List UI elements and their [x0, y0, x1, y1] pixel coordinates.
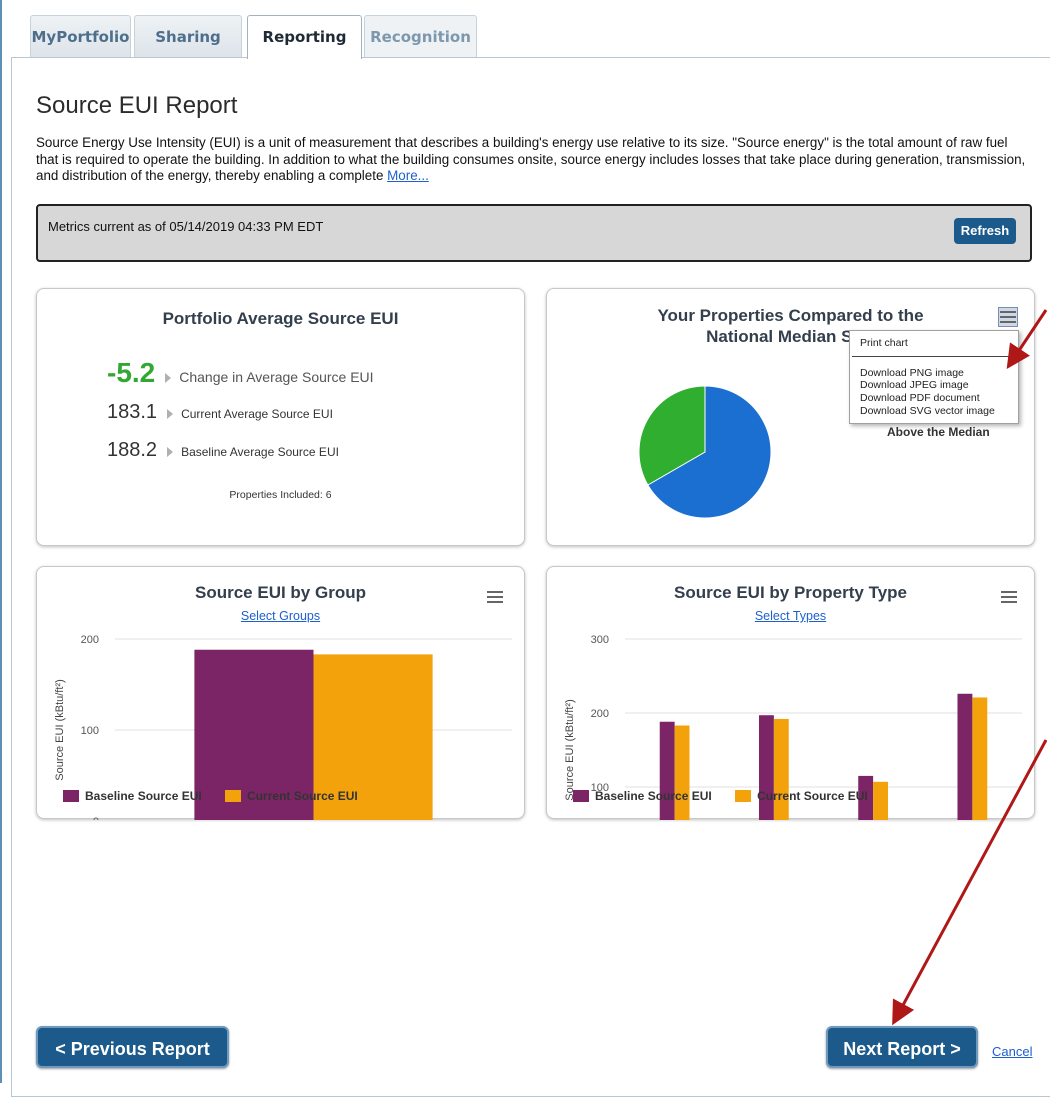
- type-chart-card: Source EUI by Property Type Select Types…: [546, 566, 1035, 820]
- y-tick-label: 100: [81, 725, 99, 737]
- menu-item-print-chart[interactable]: Print chart: [860, 337, 908, 349]
- baseline-row: 188.2 Baseline Average Source EUI: [107, 439, 339, 462]
- group-chart-card: Source EUI by Group Select Groups 010020…: [36, 566, 525, 820]
- legend-baseline-swatch: [63, 790, 79, 802]
- tab-reporting[interactable]: Reporting: [247, 15, 362, 59]
- current-label: Current Average Source EUI: [181, 407, 333, 421]
- change-arrow-icon[interactable]: [165, 372, 172, 383]
- y-axis-label: Source EUI (kBtu/ft²): [54, 679, 66, 780]
- chart-export-menu: Print chart Download PNG image Download …: [849, 330, 1019, 424]
- menu-separator: [852, 356, 1016, 357]
- current-row: 183.1 Current Average Source EUI: [107, 401, 333, 424]
- bar-current-source-eui[interactable]: [674, 725, 690, 820]
- y-axis-label: Source EUI (kBtu/ft²): [564, 699, 576, 800]
- portfolio-average-card: Portfolio Average Source EUI -5.2 Change …: [36, 288, 525, 546]
- current-value: 183.1: [107, 401, 158, 423]
- change-value: -5.2: [107, 357, 156, 388]
- bar-current-source-eui[interactable]: [972, 697, 988, 820]
- menu-item-download-svg[interactable]: Download SVG vector image: [860, 405, 995, 417]
- cancel-link[interactable]: Cancel: [992, 1044, 1032, 1059]
- group-bar-chart: 0100200Source EUI (kBtu/ft²)All Properti…: [54, 634, 512, 820]
- tab-recognition[interactable]: Recognition: [364, 15, 477, 57]
- legend-current-swatch: [225, 790, 242, 802]
- bar-current-source-eui[interactable]: [773, 718, 789, 820]
- baseline-label: Baseline Average Source EUI: [181, 445, 339, 459]
- description-text: Source Energy Use Intensity (EUI) is a u…: [36, 135, 1026, 183]
- baseline-value: 188.2: [107, 439, 158, 461]
- type-legend: Baseline Source EUI Current Source EUI: [573, 789, 868, 803]
- tab-bar: MyPortfolio Sharing Reporting Recognitio…: [0, 0, 1050, 59]
- bar-baseline-source-eui[interactable]: [659, 721, 675, 820]
- change-row: -5.2 Change in Average Source EUI: [107, 357, 374, 389]
- menu-item-download-png[interactable]: Download PNG image: [860, 367, 964, 379]
- y-tick-label: 200: [81, 634, 99, 646]
- page-description: Source Energy Use Intensity (EUI) is a u…: [36, 135, 1026, 185]
- pie-label-above-median: Above the Median: [887, 425, 990, 439]
- type-bar-chart: 0100200300Source EUI (kBtu/ft²)All Prope…: [564, 634, 1022, 820]
- frame-left-border: [0, 0, 2, 1083]
- metrics-bar: Metrics current as of 05/14/2019 04:33 P…: [36, 204, 1032, 262]
- y-tick-label: 200: [591, 708, 609, 720]
- menu-item-download-pdf[interactable]: Download PDF document: [860, 392, 980, 404]
- y-tick-label: 0: [93, 816, 99, 820]
- bar-baseline-source-eui[interactable]: [758, 715, 774, 820]
- group-legend: Baseline Source EUI Current Source EUI: [63, 789, 358, 803]
- legend-current-label[interactable]: Current Source EUI: [247, 789, 358, 803]
- current-arrow-icon[interactable]: [167, 408, 174, 419]
- more-link[interactable]: More...: [387, 168, 429, 183]
- previous-report-button[interactable]: < Previous Report: [36, 1026, 229, 1068]
- bar-baseline-source-eui[interactable]: [957, 693, 973, 820]
- tab-sharing[interactable]: Sharing: [134, 15, 242, 57]
- legend-baseline-swatch: [573, 790, 589, 802]
- legend-baseline-label[interactable]: Baseline Source EUI: [85, 789, 202, 803]
- menu-item-download-jpeg[interactable]: Download JPEG image: [860, 379, 969, 391]
- page-title: Source EUI Report: [36, 92, 238, 119]
- legend-current-swatch: [735, 790, 752, 802]
- baseline-arrow-icon[interactable]: [167, 446, 174, 457]
- refresh-button[interactable]: Refresh: [954, 218, 1016, 244]
- bar-current-source-eui[interactable]: [873, 781, 889, 820]
- legend-current-label[interactable]: Current Source EUI: [757, 789, 868, 803]
- legend-baseline-label[interactable]: Baseline Source EUI: [595, 789, 712, 803]
- y-tick-label: 300: [591, 634, 609, 646]
- tab-myportfolio[interactable]: MyPortfolio: [30, 15, 131, 57]
- metrics-timestamp: Metrics current as of 05/14/2019 04:33 P…: [48, 219, 324, 234]
- properties-included: Properties Included: 6: [229, 489, 332, 501]
- portfolio-average-title: Portfolio Average Source EUI: [162, 309, 399, 328]
- next-report-button[interactable]: Next Report >: [826, 1026, 978, 1068]
- change-label: Change in Average Source EUI: [179, 369, 374, 385]
